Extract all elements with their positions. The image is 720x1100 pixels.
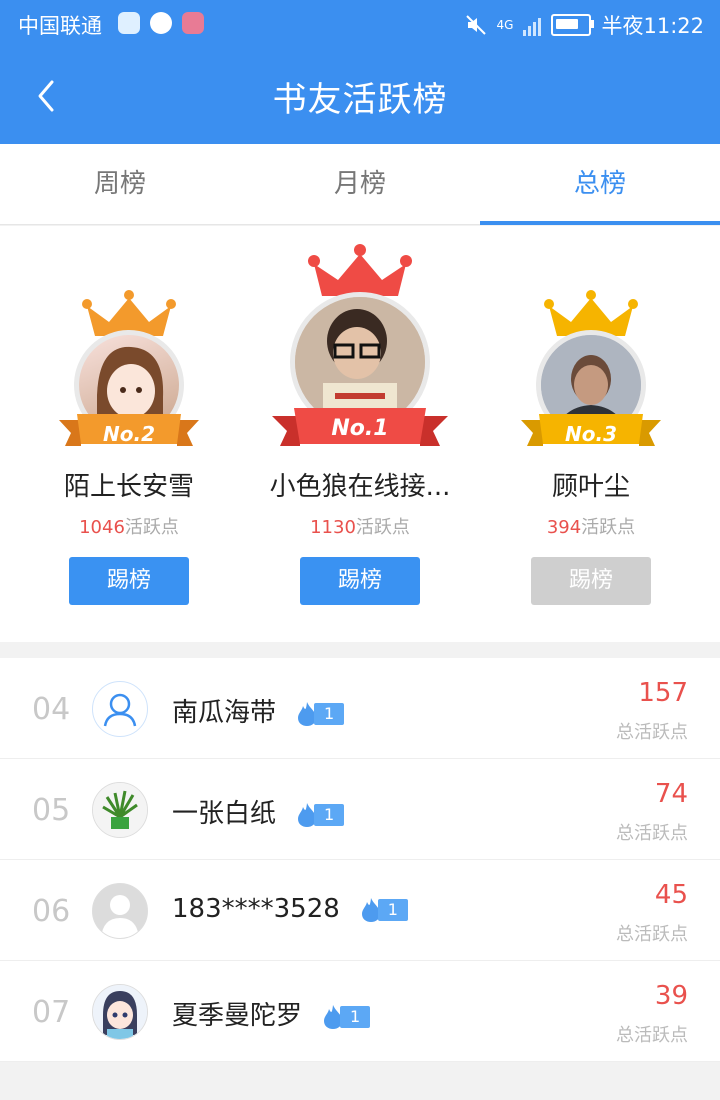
list-item[interactable]: 05 一张白纸 1 74 总活跃点 xyxy=(0,759,720,860)
browser-app-icon xyxy=(150,12,172,34)
title-bar: 书友活跃榜 xyxy=(0,50,720,144)
default-user-icon xyxy=(103,693,137,727)
list-item[interactable]: 07 夏季曼陀罗 1 39 总活跃点 xyxy=(0,961,720,1062)
avatar[interactable] xyxy=(92,984,148,1040)
user-name: 夏季曼陀罗 xyxy=(172,1001,303,1031)
user-name: 陌上长安雪 xyxy=(63,472,194,502)
clock: 半夜11:22 xyxy=(601,14,704,38)
carrier-name: 中国联通 xyxy=(18,14,102,38)
network-type: 4G xyxy=(496,18,514,32)
points-value: 1130 xyxy=(310,517,356,538)
signal-icon xyxy=(523,14,542,36)
avatar[interactable] xyxy=(92,681,148,737)
level-badge: 1 xyxy=(296,701,345,727)
level-value: 1 xyxy=(314,803,345,826)
user-name-line: 183****3528 1 xyxy=(172,894,408,924)
user-name: 顾叶尘 xyxy=(551,472,630,502)
plant-avatar-image xyxy=(93,783,147,837)
user-name-line: 夏季曼陀罗 1 xyxy=(172,995,371,1032)
podium-first: No.1 小色狼在线接... 1130活跃点 踢榜 xyxy=(254,242,466,605)
level-value: 1 xyxy=(340,1005,371,1028)
tab-monthly[interactable]: 月榜 xyxy=(240,144,480,224)
top-three-podium: No.2 陌上长安雪 1046活跃点 踢榜 No.1 小色狼在线接... 113… xyxy=(0,226,720,642)
podium-third: No.3 顾叶尘 394活跃点 踢榜 xyxy=(512,286,670,605)
level-value: 1 xyxy=(377,898,408,921)
cloud-app-icon xyxy=(118,12,140,34)
user-name: 一张白纸 xyxy=(172,799,277,829)
rank-number: 07 xyxy=(32,995,71,1030)
notification-icons xyxy=(118,12,204,34)
rank-number: 04 xyxy=(32,692,71,727)
score-value: 45 xyxy=(654,880,688,910)
rank-label: No.2 xyxy=(103,422,155,446)
level-badge: 1 xyxy=(296,802,345,828)
points-line: 1046活跃点 xyxy=(50,513,208,539)
score-value: 157 xyxy=(638,678,688,708)
tab-bar: 周榜 月榜 总榜 xyxy=(0,144,720,225)
default-user-icon xyxy=(93,884,147,938)
avatar[interactable] xyxy=(92,883,148,939)
score-value: 74 xyxy=(654,779,688,809)
kick-button[interactable]: 踢榜 xyxy=(300,557,420,605)
tab-weekly[interactable]: 周榜 xyxy=(0,144,240,224)
user-name: 小色狼在线接... xyxy=(269,472,451,502)
level-badge: 1 xyxy=(322,1004,371,1030)
rank-label: No.1 xyxy=(331,416,389,441)
page-title: 书友活跃榜 xyxy=(272,80,448,120)
level-badge: 1 xyxy=(360,897,408,923)
kick-button[interactable]: 踢榜 xyxy=(69,557,189,605)
points-suffix: 活跃点 xyxy=(581,517,636,538)
rank-number: 05 xyxy=(32,793,71,828)
kick-button-disabled[interactable]: 踢榜 xyxy=(531,557,651,605)
score-label: 总活跃点 xyxy=(616,722,688,743)
list-item[interactable]: 06 183****3528 1 45 总活跃点 xyxy=(0,860,720,961)
message-app-icon xyxy=(182,12,204,34)
score-label: 总活跃点 xyxy=(616,924,688,945)
points-line: 394活跃点 xyxy=(512,513,670,539)
battery-icon xyxy=(551,14,595,36)
points-value: 1046 xyxy=(79,517,125,538)
points-suffix: 活跃点 xyxy=(355,517,410,538)
score-value: 39 xyxy=(654,981,688,1011)
level-value: 1 xyxy=(314,702,345,725)
avatar[interactable] xyxy=(92,782,148,838)
mute-icon xyxy=(465,15,486,35)
user-name: 南瓜海带 xyxy=(172,698,277,728)
status-right: 4G 半夜11:22 xyxy=(465,10,704,40)
points-line: 1130活跃点 xyxy=(254,513,466,539)
rank-label: No.3 xyxy=(565,422,617,446)
status-bar: 中国联通 4G 半夜11:22 xyxy=(0,0,720,50)
points-suffix: 活跃点 xyxy=(124,517,179,538)
score-label: 总活跃点 xyxy=(616,1025,688,1046)
cartoon-avatar-image xyxy=(93,985,147,1039)
tab-total[interactable]: 总榜 xyxy=(480,144,720,225)
ranking-list: 04 南瓜海带 1 157 总活跃点 05 一张白纸 1 74 总活跃点 06 xyxy=(0,658,720,1062)
score-label: 总活跃点 xyxy=(616,823,688,844)
list-item[interactable]: 04 南瓜海带 1 157 总活跃点 xyxy=(0,658,720,759)
user-name-line: 一张白纸 1 xyxy=(172,793,345,830)
rank-number: 06 xyxy=(32,894,71,929)
user-name: 183****3528 xyxy=(172,894,340,924)
user-name-line: 南瓜海带 1 xyxy=(172,692,345,729)
crown-icon xyxy=(308,244,412,296)
points-value: 394 xyxy=(546,517,582,538)
podium-second: No.2 陌上长安雪 1046活跃点 踢榜 xyxy=(50,286,208,605)
